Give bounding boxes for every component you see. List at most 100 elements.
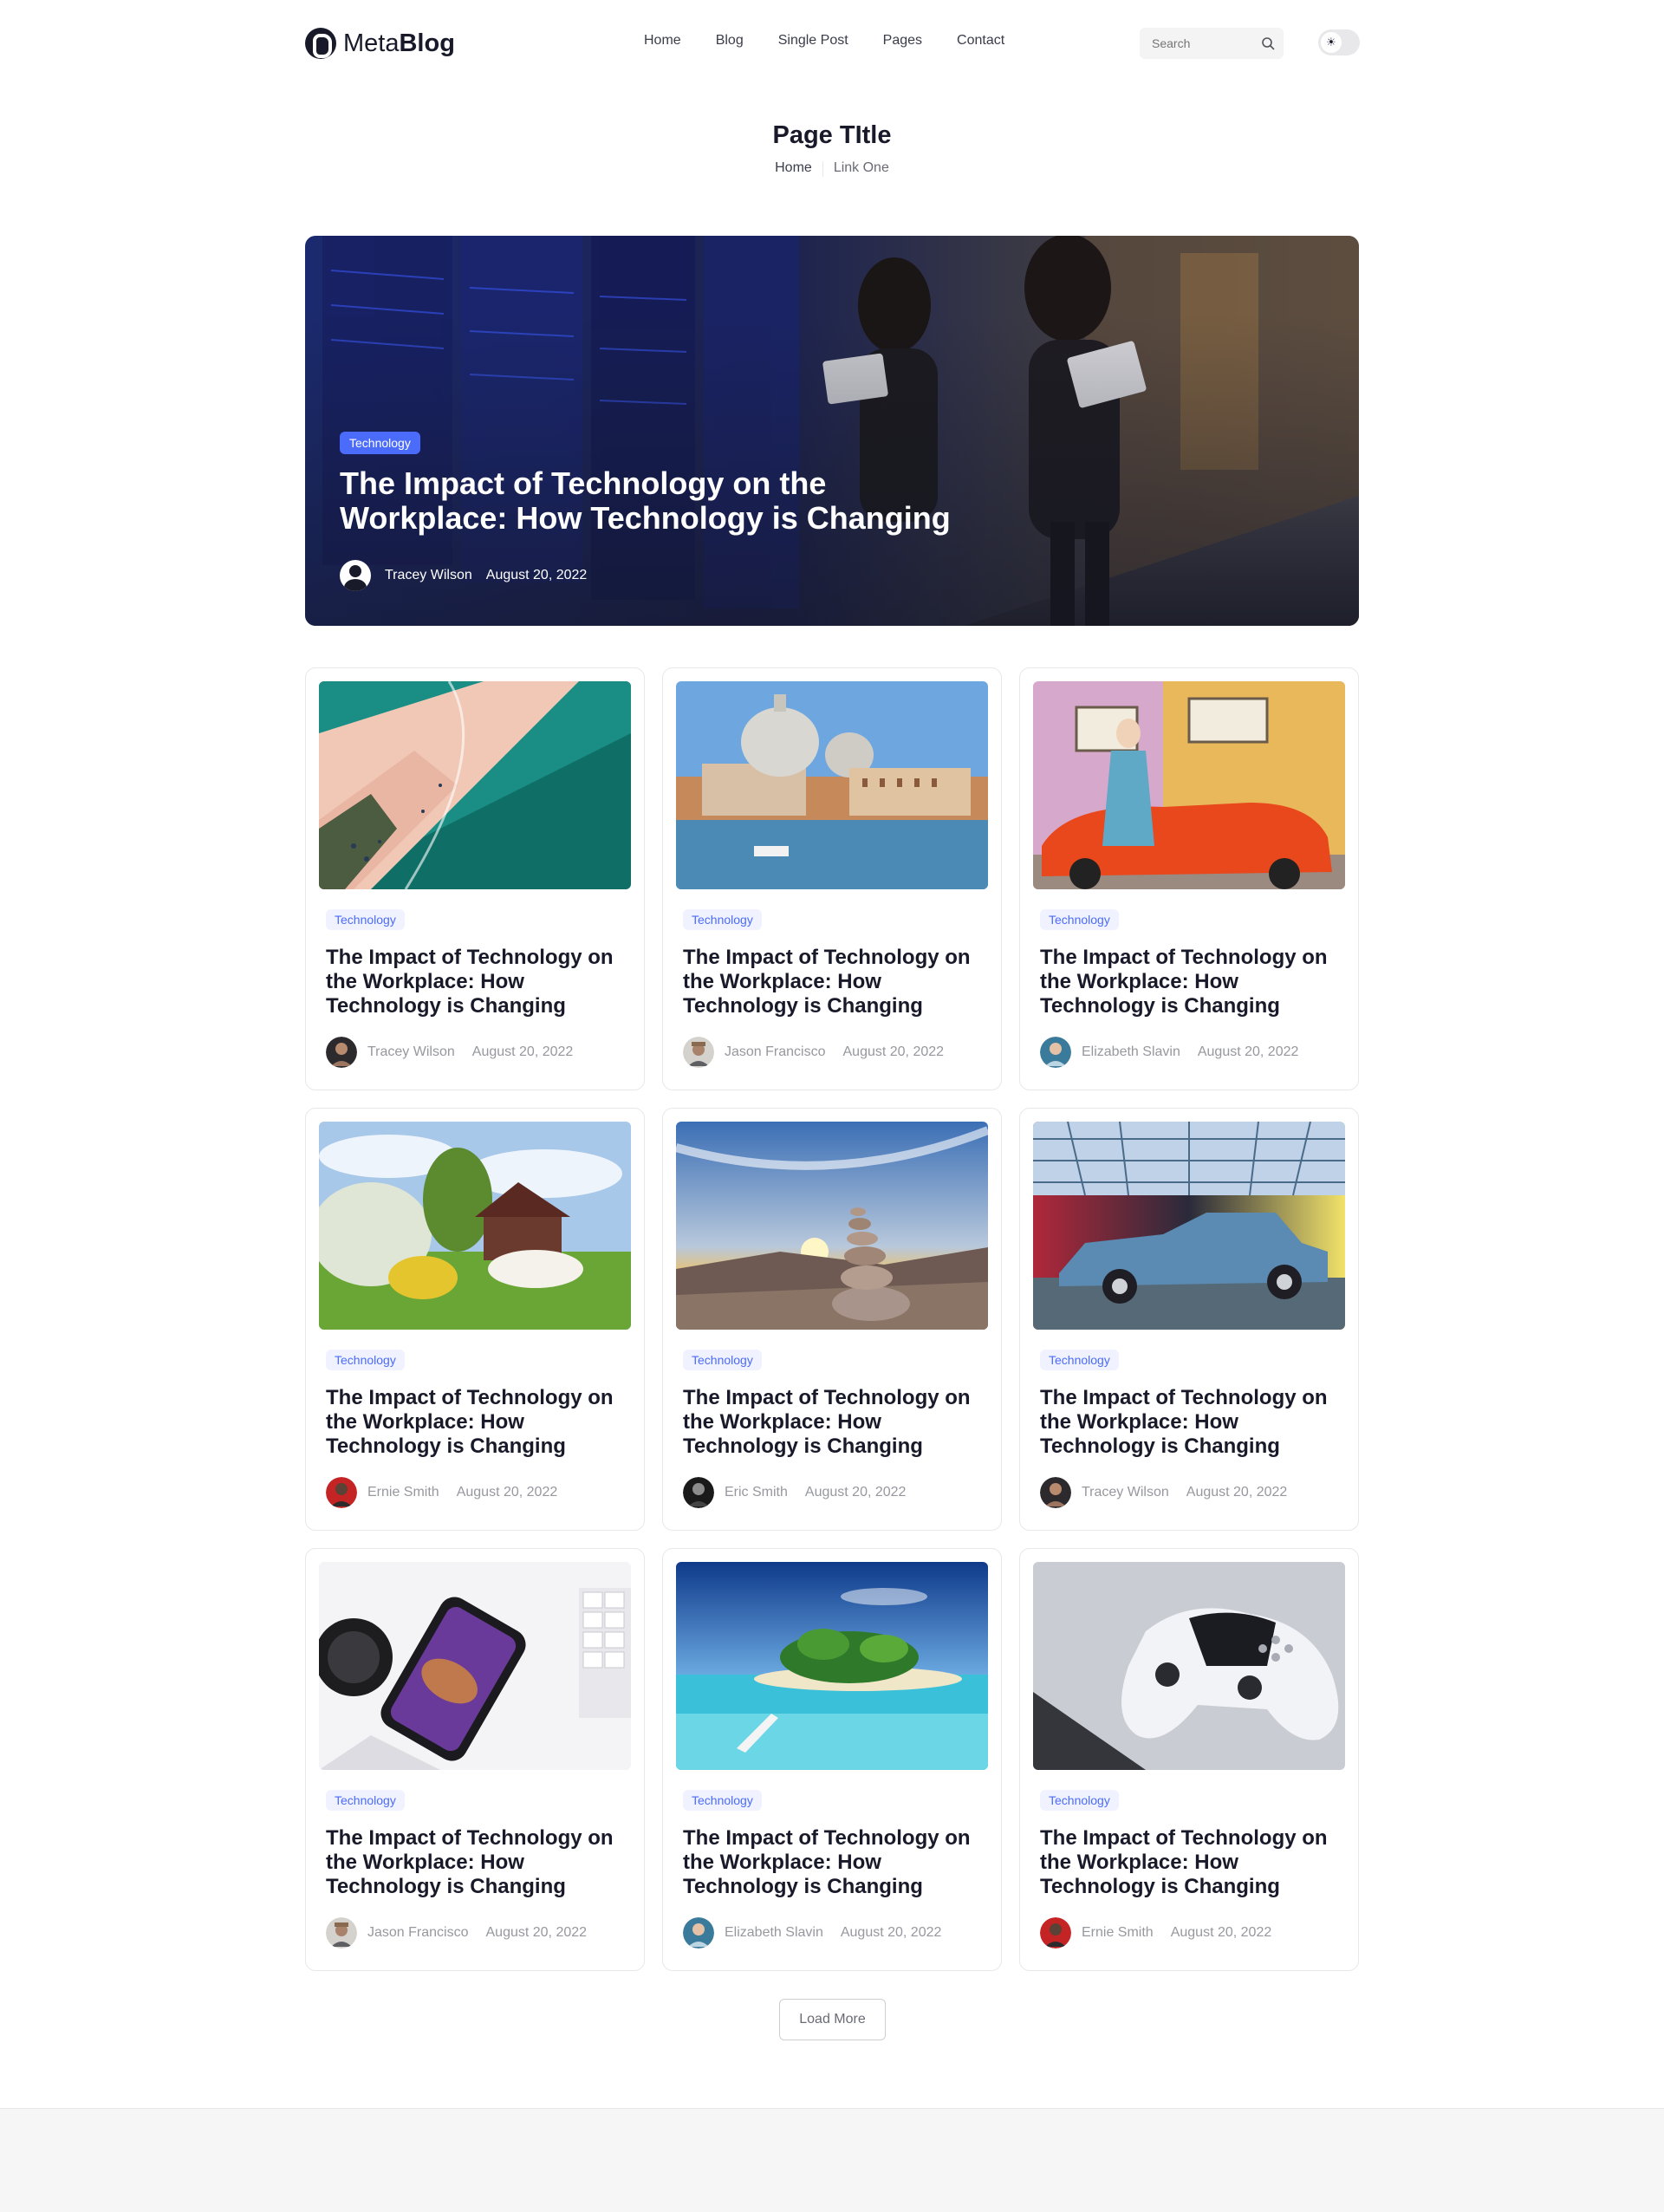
- category-badge[interactable]: Technology: [1040, 909, 1119, 930]
- post-author[interactable]: Elizabeth Slavin: [1082, 1044, 1180, 1060]
- post-image: [676, 1122, 988, 1330]
- post-title[interactable]: The Impact of Technology on the Workplac…: [1040, 1826, 1343, 1899]
- site-footer: [0, 2108, 1664, 2212]
- search-icon[interactable]: [1261, 36, 1275, 50]
- avatar: [1040, 1917, 1071, 1949]
- load-more-button[interactable]: Load More: [779, 1999, 886, 2040]
- post-meta: Jason Francisco August 20, 2022: [683, 1037, 944, 1068]
- category-badge[interactable]: Technology: [326, 909, 405, 930]
- post-author[interactable]: Tracey Wilson: [367, 1044, 455, 1060]
- post-author[interactable]: Ernie Smith: [367, 1485, 439, 1500]
- post-title[interactable]: The Impact of Technology on the Workplac…: [326, 1386, 629, 1459]
- avatar: [683, 1477, 714, 1508]
- search-box: [1140, 28, 1284, 59]
- post-image: [1033, 1122, 1345, 1330]
- post-meta: Ernie Smith August 20, 2022: [1040, 1917, 1271, 1949]
- post-meta: Elizabeth Slavin August 20, 2022: [1040, 1037, 1298, 1068]
- post-title[interactable]: The Impact of Technology on the Workplac…: [1040, 1386, 1343, 1459]
- theme-toggle[interactable]: ☀: [1318, 29, 1360, 55]
- category-badge[interactable]: Technology: [326, 1350, 405, 1370]
- post-image: [1033, 1562, 1345, 1770]
- post-image: [319, 1122, 631, 1330]
- nav-blog[interactable]: Blog: [716, 33, 744, 49]
- featured-post[interactable]: Technology The Impact of Technology on t…: [305, 236, 1359, 626]
- category-badge[interactable]: Technology: [1040, 1350, 1119, 1370]
- post-author[interactable]: Jason Francisco: [725, 1044, 826, 1060]
- featured-post-title[interactable]: The Impact of Technology on the Workplac…: [340, 466, 998, 536]
- post-card[interactable]: Technology The Impact of Technology on t…: [662, 1108, 1002, 1531]
- post-meta: Eric Smith August 20, 2022: [683, 1477, 906, 1508]
- post-date: August 20, 2022: [1186, 1485, 1288, 1500]
- nav-single-post[interactable]: Single Post: [778, 33, 848, 49]
- post-card[interactable]: Technology The Impact of Technology on t…: [1019, 1108, 1359, 1531]
- post-date: August 20, 2022: [1197, 1044, 1299, 1059]
- post-grid: Technology The Impact of Technology on t…: [305, 667, 1359, 1971]
- avatar: [683, 1037, 714, 1068]
- site-logo[interactable]: MetaBlog: [305, 26, 455, 61]
- post-image: [1033, 681, 1345, 889]
- featured-category-badge[interactable]: Technology: [340, 432, 420, 454]
- post-card[interactable]: Technology The Impact of Technology on t…: [662, 1548, 1002, 1971]
- post-author[interactable]: Elizabeth Slavin: [725, 1925, 823, 1941]
- post-date: August 20, 2022: [840, 1925, 942, 1940]
- post-date: August 20, 2022: [842, 1044, 945, 1059]
- post-title[interactable]: The Impact of Technology on the Workplac…: [1040, 946, 1343, 1018]
- post-date: August 20, 2022: [471, 1044, 574, 1059]
- breadcrumb: Home Link One: [0, 160, 1664, 177]
- avatar: [1040, 1037, 1071, 1068]
- post-title[interactable]: The Impact of Technology on the Workplac…: [326, 946, 629, 1018]
- post-image: [676, 1562, 988, 1770]
- post-card[interactable]: Technology The Impact of Technology on t…: [305, 667, 645, 1090]
- post-card[interactable]: Technology The Impact of Technology on t…: [662, 667, 1002, 1090]
- post-date: August 20, 2022: [456, 1485, 558, 1500]
- post-card[interactable]: Technology The Impact of Technology on t…: [305, 1108, 645, 1531]
- post-title[interactable]: The Impact of Technology on the Workplac…: [683, 1386, 986, 1459]
- post-meta: Elizabeth Slavin August 20, 2022: [683, 1917, 941, 1949]
- sun-icon: ☀: [1321, 32, 1342, 53]
- category-badge[interactable]: Technology: [1040, 1790, 1119, 1811]
- category-badge[interactable]: Technology: [326, 1790, 405, 1811]
- main-nav: Home Blog Single Post Pages Contact: [644, 33, 1004, 49]
- breadcrumb-home[interactable]: Home: [775, 160, 812, 177]
- post-author[interactable]: Tracey Wilson: [1082, 1485, 1169, 1500]
- category-badge[interactable]: Technology: [683, 1790, 762, 1811]
- category-badge[interactable]: Technology: [683, 1350, 762, 1370]
- avatar: [340, 560, 371, 591]
- post-date: August 20, 2022: [485, 1925, 588, 1940]
- post-image: [319, 1562, 631, 1770]
- post-image: [319, 681, 631, 889]
- logo-icon: [305, 28, 336, 59]
- post-card[interactable]: Technology The Impact of Technology on t…: [1019, 1548, 1359, 1971]
- featured-post-meta: Tracey Wilson August 20, 2022: [340, 560, 587, 591]
- post-image: [676, 681, 988, 889]
- post-card[interactable]: Technology The Impact of Technology on t…: [1019, 667, 1359, 1090]
- post-card[interactable]: Technology The Impact of Technology on t…: [305, 1548, 645, 1971]
- featured-post-author[interactable]: Tracey Wilson: [385, 568, 472, 583]
- post-author[interactable]: Jason Francisco: [367, 1925, 469, 1941]
- site-header: MetaBlog Home Blog Single Post Pages Con…: [305, 0, 1360, 87]
- logo-text: MetaBlog: [343, 29, 455, 57]
- nav-home[interactable]: Home: [644, 33, 681, 49]
- avatar: [326, 1037, 357, 1068]
- post-meta: Jason Francisco August 20, 2022: [326, 1917, 587, 1949]
- nav-contact[interactable]: Contact: [957, 33, 1004, 49]
- post-meta: Tracey Wilson August 20, 2022: [1040, 1477, 1287, 1508]
- post-author[interactable]: Eric Smith: [725, 1485, 788, 1500]
- category-badge[interactable]: Technology: [683, 909, 762, 930]
- breadcrumb-separator: [822, 161, 823, 177]
- post-title[interactable]: The Impact of Technology on the Workplac…: [326, 1826, 629, 1899]
- featured-post-date: August 20, 2022: [485, 568, 588, 582]
- post-author[interactable]: Ernie Smith: [1082, 1925, 1154, 1941]
- search-input[interactable]: [1152, 36, 1247, 50]
- avatar: [1040, 1477, 1071, 1508]
- post-title[interactable]: The Impact of Technology on the Workplac…: [683, 1826, 986, 1899]
- avatar: [683, 1917, 714, 1949]
- page-title: Page TItle: [772, 121, 892, 149]
- post-meta: Ernie Smith August 20, 2022: [326, 1477, 557, 1508]
- post-meta: Tracey Wilson August 20, 2022: [326, 1037, 573, 1068]
- breadcrumb-current: Link One: [833, 160, 889, 175]
- post-date: August 20, 2022: [1170, 1925, 1272, 1940]
- nav-pages[interactable]: Pages: [883, 33, 922, 49]
- avatar: [326, 1477, 357, 1508]
- post-title[interactable]: The Impact of Technology on the Workplac…: [683, 946, 986, 1018]
